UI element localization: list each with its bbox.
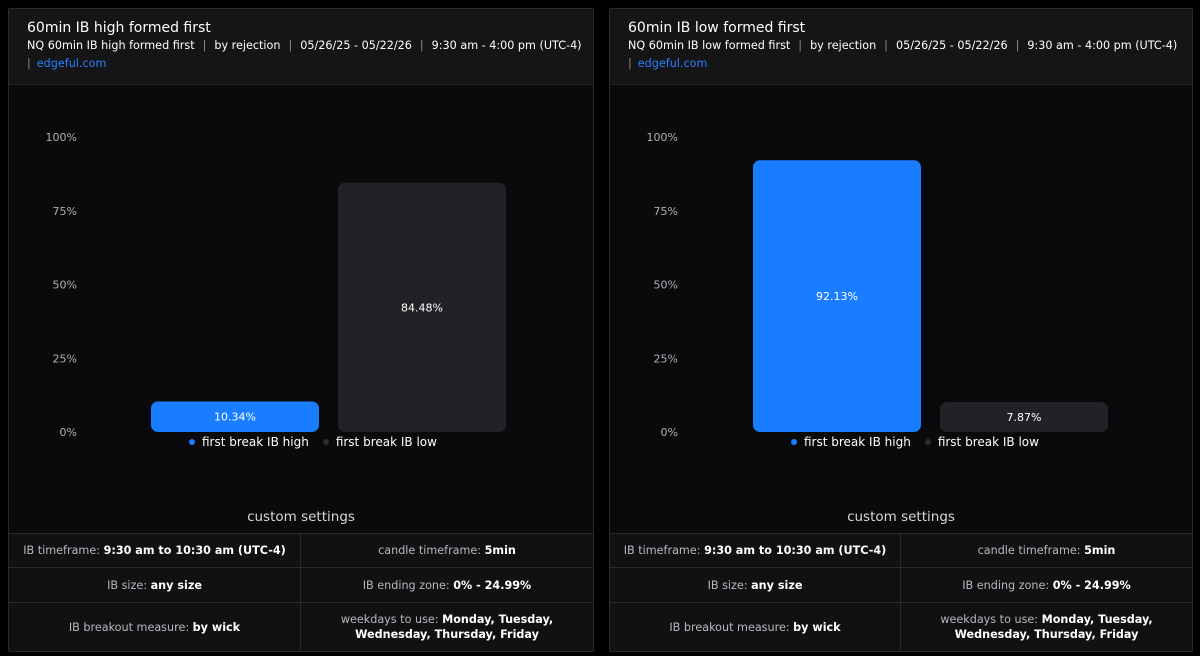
setting-ib-size: IB size: any size: [9, 568, 301, 603]
legend-dot-high: [189, 439, 195, 445]
panel-subtitle: NQ 60min IB low formed first | by rejectio…: [628, 39, 1178, 52]
bar-value-label: 7.87%: [1007, 411, 1042, 424]
y-tick-label: 50%: [654, 279, 678, 292]
y-tick-label: 75%: [53, 205, 77, 218]
chart-legend: first break IB high first break IB low: [189, 435, 437, 449]
setting-weekdays: weekdays to use: Monday, Tuesday, Wednes…: [340, 613, 554, 641]
setting-ib-ending-zone: IB ending zone: 0% - 24.99%: [301, 568, 593, 603]
report-name: NQ 60min IB high formed first: [27, 39, 195, 52]
legend-dot-high: [791, 439, 797, 445]
panel-subtitle: NQ 60min IB high formed first | by rejecti…: [27, 39, 582, 52]
setting-candle-timeframe: candle timeframe: 5min: [901, 534, 1192, 568]
panel-header: 60min IB low formed first NQ 60min IB lo…: [610, 9, 1192, 85]
bar-value-label: 10.34%: [214, 411, 256, 424]
settings-table: IB timeframe: 9:30 am to 10:30 am (UTC-4…: [610, 533, 1192, 651]
legend-label: first break IB high: [804, 435, 911, 449]
edgeful-link[interactable]: edgeful.com: [638, 57, 708, 70]
y-tick-label: 100%: [647, 131, 678, 144]
report-dates: 05/26/25 - 05/22/26: [300, 39, 412, 52]
panel-ib-low: 60min IB low formed first NQ 60min IB lo…: [609, 8, 1193, 652]
bar-chart: 0% 25% 50% 75% 100% 92.13% 7.87%: [610, 85, 1192, 465]
edgeful-link[interactable]: edgeful.com: [37, 57, 107, 70]
report-dates: 05/26/25 - 05/22/26: [895, 39, 1008, 52]
y-tick-label: 0%: [60, 426, 77, 439]
report-method: by rejection: [214, 39, 281, 52]
report-name: NQ 60min IB low formed first: [628, 39, 791, 52]
legend-item-high[interactable]: first break IB high: [189, 435, 309, 449]
bar-chart: 0% 25% 50% 75% 100% 10.34% 84.48%: [9, 85, 593, 465]
legend-label: first break IB high: [202, 435, 309, 449]
panel-title: 60min IB low formed first: [628, 20, 806, 36]
legend-item-low[interactable]: first break IB low: [322, 435, 437, 449]
panel-ib-high: 60min IB high formed first NQ 60min IB h…: [8, 8, 594, 652]
setting-candle-timeframe: candle timeframe: 5min: [301, 534, 593, 568]
legend-item-low[interactable]: first break IB low: [924, 435, 1039, 449]
legend-item-high[interactable]: first break IB high: [791, 435, 911, 449]
report-hours: 9:30 am - 4:00 pm (UTC-4): [431, 39, 582, 52]
panel-title: 60min IB high formed first: [27, 20, 211, 36]
setting-ib-timeframe: IB timeframe: 9:30 am to 10:30 am (UTC-4…: [610, 534, 901, 568]
legend-dot-low: [322, 439, 329, 445]
y-tick-label: 25%: [654, 352, 678, 365]
legend-label: first break IB low: [937, 435, 1039, 449]
bar-chart-svg: 0% 25% 50% 75% 100% 92.13% 7.87%: [647, 131, 1108, 439]
bar-value-label: 84.48%: [401, 301, 443, 314]
y-tick-label: 0%: [661, 426, 678, 439]
y-tick-label: 50%: [53, 279, 77, 292]
chart-legend: first break IB high first break IB low: [791, 435, 1039, 449]
legend-dot-low: [924, 439, 931, 445]
settings-table: IB timeframe: 9:30 am to 10:30 am (UTC-4…: [9, 533, 593, 651]
report-method: by rejection: [810, 39, 877, 52]
settings-title: custom settings: [847, 509, 955, 525]
settings-title: custom settings: [247, 509, 355, 525]
setting-weekdays: weekdays to use: Monday, Tuesday, Wednes…: [940, 613, 1153, 641]
setting-ib-ending-zone: IB ending zone: 0% - 24.99%: [901, 568, 1192, 603]
panel-header: 60min IB high formed first NQ 60min IB h…: [9, 9, 593, 85]
bar-value-label: 92.13%: [816, 290, 858, 303]
setting-ib-size: IB size: any size: [610, 568, 901, 603]
bar-chart-svg: 0% 25% 50% 75% 100% 10.34% 84.48%: [46, 131, 506, 439]
report-hours: 9:30 am - 4:00 pm (UTC-4): [1027, 39, 1178, 52]
y-tick-label: 75%: [654, 205, 678, 218]
setting-breakout-measure: IB breakout measure: by wick: [9, 603, 301, 651]
legend-label: first break IB low: [335, 435, 437, 449]
setting-ib-timeframe: IB timeframe: 9:30 am to 10:30 am (UTC-4…: [9, 534, 301, 568]
y-tick-label: 100%: [46, 131, 77, 144]
y-tick-label: 25%: [53, 352, 77, 365]
setting-breakout-measure: IB breakout measure: by wick: [610, 603, 901, 651]
